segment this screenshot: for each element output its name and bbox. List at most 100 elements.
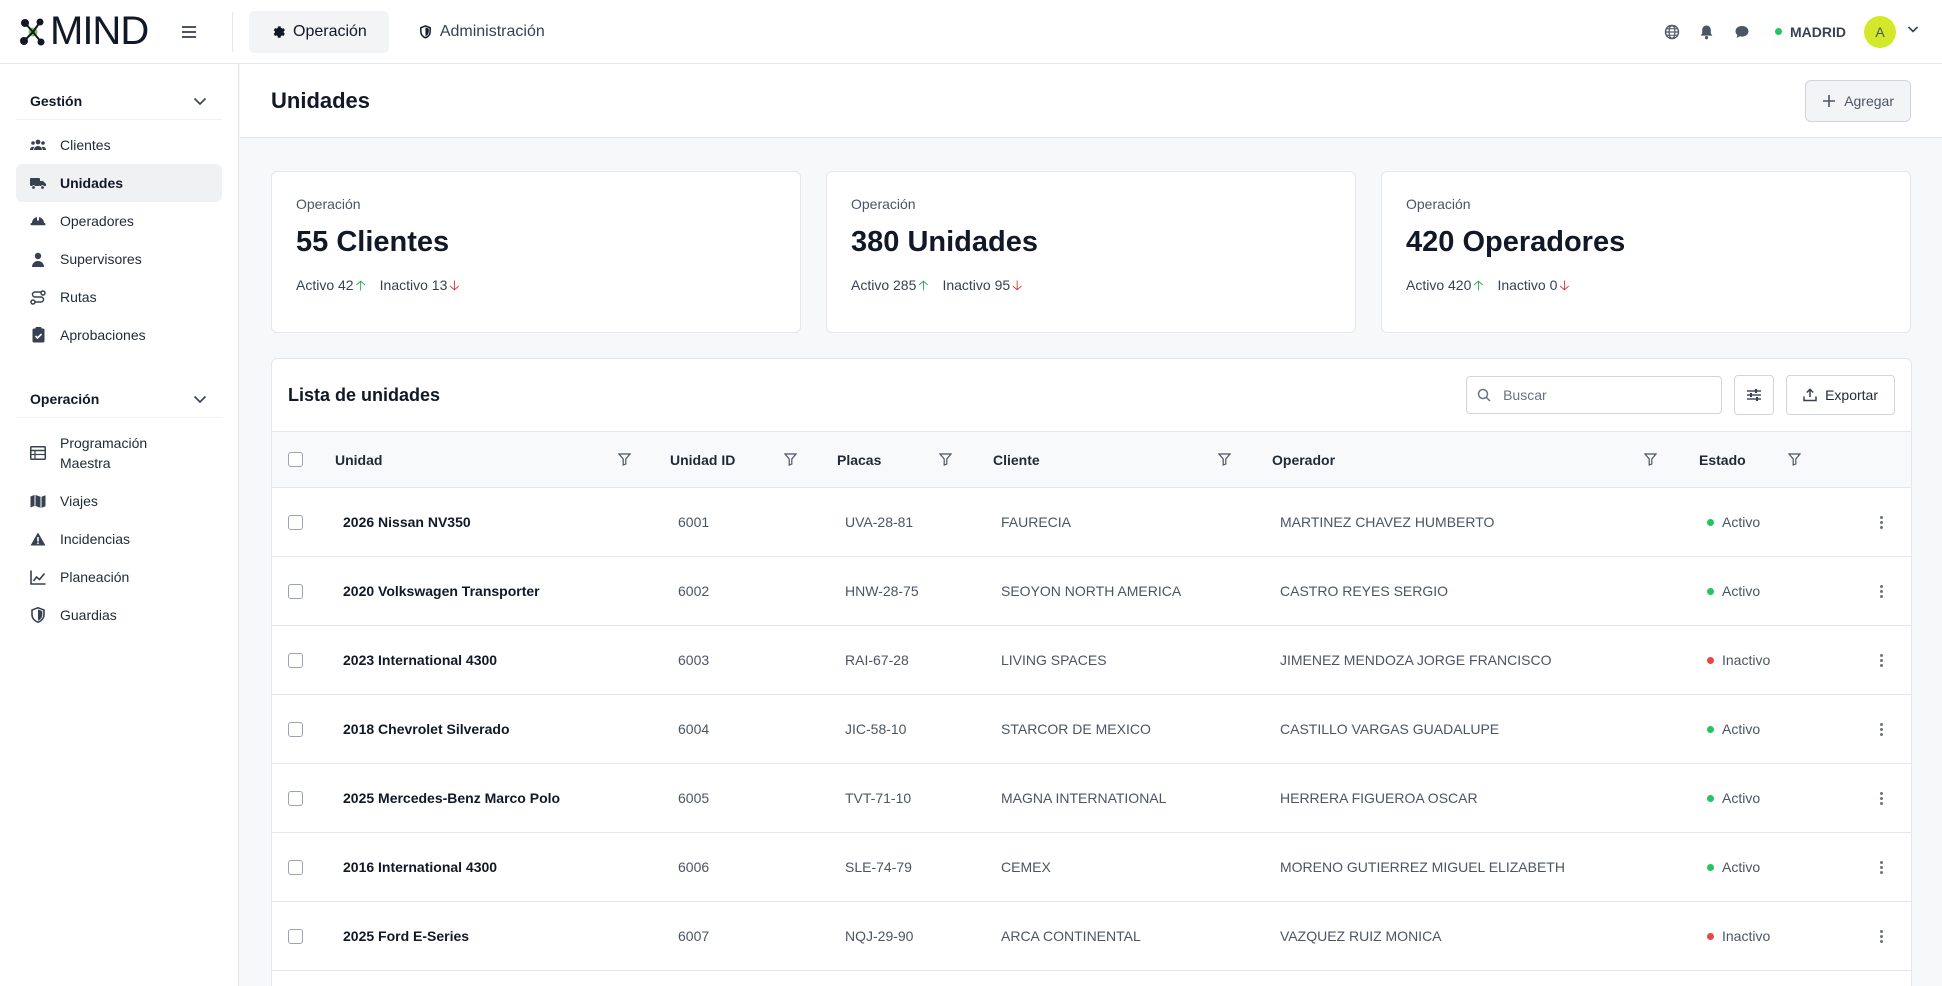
row-actions-kebab-icon[interactable] bbox=[1876, 929, 1886, 943]
table-row[interactable]: 2020 Volkswagen Transporter 6002 HNW-28-… bbox=[272, 557, 1911, 626]
row-checkbox[interactable] bbox=[288, 928, 303, 944]
row-actions-kebab-icon[interactable] bbox=[1876, 722, 1886, 736]
topnav-administracion[interactable]: Administración bbox=[397, 11, 567, 53]
column-filter-icon[interactable] bbox=[618, 432, 631, 487]
brand-logo[interactable]: MIND bbox=[20, 9, 160, 54]
sidebar-item-unidades[interactable]: Unidades bbox=[16, 164, 222, 202]
row-actions-kebab-icon[interactable] bbox=[1876, 515, 1886, 529]
card-inactive-count: Inactivo 13 bbox=[379, 277, 448, 293]
sidebar-item-programacion-maestra[interactable]: Programación Maestra bbox=[16, 424, 222, 482]
cell-unidad[interactable]: 2025 Ford E-Series bbox=[343, 928, 469, 944]
molecule-logo-icon bbox=[20, 18, 45, 45]
status-dot bbox=[1707, 656, 1714, 664]
cell-cliente: LIVING SPACES bbox=[1001, 652, 1107, 668]
cell-unidad[interactable]: 2025 Mercedes-Benz Marco Polo bbox=[343, 790, 560, 806]
language-button[interactable] bbox=[1654, 14, 1689, 49]
top-nav: Operación Administración bbox=[249, 10, 567, 53]
table-row[interactable]: 2025 Mercedes-Benz Marco Polo 6005 TVT-7… bbox=[272, 764, 1911, 833]
table-row[interactable]: 2025 Ford E-Series 6007 NQJ-29-90 ARCA C… bbox=[272, 902, 1911, 971]
topnav-operacion[interactable]: Operación bbox=[249, 10, 389, 53]
row-checkbox[interactable] bbox=[288, 583, 303, 599]
add-button[interactable]: Agregar bbox=[1805, 79, 1911, 122]
sidebar-item-supervisores[interactable]: Supervisores bbox=[16, 240, 222, 278]
status-badge: Activo bbox=[1707, 764, 1760, 832]
sidebar-section-header-operacion[interactable]: Operación bbox=[16, 380, 222, 418]
row-actions-kebab-icon[interactable] bbox=[1876, 584, 1886, 598]
card-stats: Activo 42 🡡 Inactivo 13 🡣 bbox=[296, 275, 776, 299]
column-filter-icon[interactable] bbox=[1788, 432, 1801, 487]
chevron-down-icon bbox=[193, 97, 207, 105]
gear-icon bbox=[273, 25, 285, 38]
card-label: Operación bbox=[296, 196, 361, 212]
messages-button[interactable] bbox=[1724, 14, 1759, 49]
chart-icon bbox=[30, 569, 46, 585]
row-actions-kebab-icon[interactable] bbox=[1876, 860, 1886, 874]
row-actions-kebab-icon[interactable] bbox=[1876, 791, 1886, 805]
table-row[interactable]: 2023 International 4300 6003 RAI-67-28 L… bbox=[272, 626, 1911, 695]
cell-unidad-id: 6002 bbox=[678, 583, 710, 599]
clipboard-check-icon bbox=[30, 327, 46, 343]
table-row[interactable]: 2018 Chevrolet Silverado 6004 JIC-58-10 … bbox=[272, 695, 1911, 764]
sidebar-item-operadores[interactable]: Operadores bbox=[16, 202, 222, 240]
sidebar-item-incidencias[interactable]: Incidencias bbox=[16, 520, 222, 558]
filter-settings-button[interactable] bbox=[1734, 375, 1775, 415]
cell-operador: MORENO GUTIERREZ MIGUEL ELIZABETH bbox=[1280, 859, 1565, 875]
cell-unidad[interactable]: 2023 International 4300 bbox=[343, 652, 497, 668]
column-filter-icon[interactable] bbox=[1218, 432, 1231, 487]
location-indicator[interactable]: MADRID bbox=[1775, 24, 1846, 40]
sidebar-item-planeacion[interactable]: Planeación bbox=[16, 558, 222, 596]
cell-unidad[interactable]: 2016 International 4300 bbox=[343, 859, 497, 875]
table-header: Unidad Unidad ID Placas Cliente Operador… bbox=[272, 432, 1911, 488]
cell-estado: Activo bbox=[1722, 859, 1761, 875]
status-dot bbox=[1775, 28, 1782, 35]
search-input[interactable] bbox=[1503, 387, 1704, 403]
sidebar-item-rutas[interactable]: Rutas bbox=[16, 278, 222, 316]
column-header-unidad[interactable]: Unidad bbox=[335, 452, 382, 468]
row-checkbox[interactable] bbox=[288, 514, 303, 530]
sidebar-item-viajes[interactable]: Viajes bbox=[16, 482, 222, 520]
column-filter-icon[interactable] bbox=[939, 432, 952, 487]
column-filter-icon[interactable] bbox=[784, 432, 797, 487]
table-row[interactable]: 2026 Nissan NV350 6001 UVA-28-81 FAURECI… bbox=[272, 488, 1911, 557]
sidebar-item-aprobaciones[interactable]: Aprobaciones bbox=[16, 316, 222, 354]
card-stats: Activo 285 🡡 Inactivo 95 🡣 bbox=[851, 275, 1331, 299]
cell-unidad[interactable]: 2026 Nissan NV350 bbox=[343, 514, 471, 530]
sidebar-section-header-gestion[interactable]: Gestión bbox=[16, 82, 222, 120]
row-checkbox[interactable] bbox=[288, 721, 303, 737]
cell-estado: Inactivo bbox=[1722, 928, 1771, 944]
page-header: Unidades Agregar bbox=[240, 64, 1942, 138]
notifications-button[interactable] bbox=[1689, 14, 1724, 49]
row-checkbox[interactable] bbox=[288, 790, 303, 806]
column-header-operador[interactable]: Operador bbox=[1272, 452, 1335, 468]
column-header-placas[interactable]: Placas bbox=[837, 452, 881, 468]
bell-icon bbox=[1700, 25, 1713, 39]
export-button-label: Exportar bbox=[1825, 387, 1878, 403]
cell-unidad[interactable]: 2018 Chevrolet Silverado bbox=[343, 721, 510, 737]
export-button[interactable]: Exportar bbox=[1786, 375, 1895, 415]
status-dot bbox=[1707, 725, 1714, 733]
table-toolbar: Lista de unidades Exportar bbox=[272, 359, 1911, 432]
sidebar-item-guardias[interactable]: Guardias bbox=[16, 596, 222, 634]
column-header-estado[interactable]: Estado bbox=[1699, 452, 1746, 468]
status-dot bbox=[1707, 518, 1714, 526]
cell-cliente: ARCA CONTINENTAL bbox=[1001, 928, 1141, 944]
column-header-cliente[interactable]: Cliente bbox=[993, 452, 1040, 468]
cell-unidad-id: 6005 bbox=[678, 790, 710, 806]
search-box[interactable] bbox=[1466, 376, 1723, 414]
card-stats: Activo 420 🡡 Inactivo 0 🡣 bbox=[1406, 275, 1886, 299]
sidebar-item-label: Supervisores bbox=[60, 251, 142, 267]
table-icon bbox=[30, 445, 46, 461]
row-checkbox[interactable] bbox=[288, 859, 303, 875]
column-header-unidad-id[interactable]: Unidad ID bbox=[670, 452, 735, 468]
sidebar-item-clientes[interactable]: Clientes bbox=[16, 126, 222, 164]
table-row[interactable]: 2016 International 4300 6006 SLE-74-79 C… bbox=[272, 833, 1911, 902]
row-checkbox[interactable] bbox=[288, 652, 303, 668]
cell-unidad[interactable]: 2020 Volkswagen Transporter bbox=[343, 583, 540, 599]
avatar[interactable]: A bbox=[1864, 15, 1896, 48]
column-filter-icon[interactable] bbox=[1644, 432, 1657, 487]
cell-cliente: SEOYON NORTH AMERICA bbox=[1001, 583, 1182, 599]
select-all-checkbox[interactable] bbox=[288, 452, 303, 467]
user-menu-chevron-down-icon[interactable] bbox=[1906, 22, 1920, 41]
menu-toggle-icon[interactable] bbox=[182, 22, 202, 42]
row-actions-kebab-icon[interactable] bbox=[1876, 653, 1886, 667]
